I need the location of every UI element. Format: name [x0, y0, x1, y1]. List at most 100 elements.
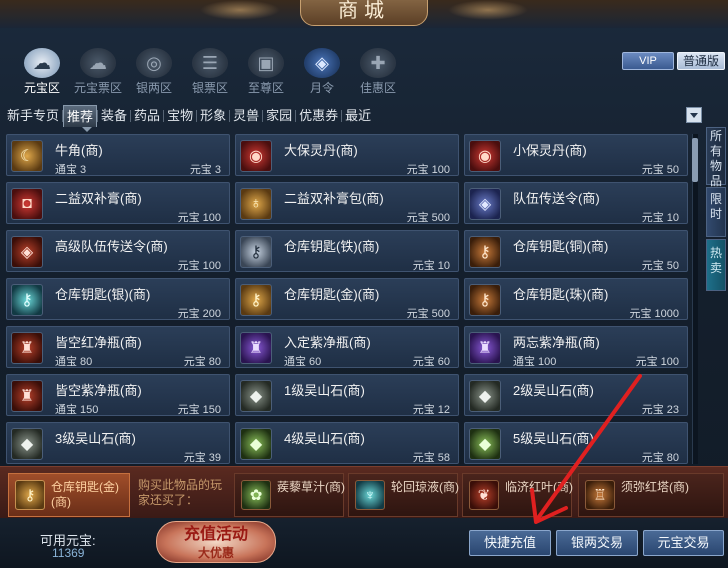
item-secondary-price: 通宝 60: [284, 356, 322, 368]
item-name: 皆空紫净瓶(商): [55, 383, 142, 398]
quick-recharge-button[interactable]: 快捷充值: [469, 530, 551, 556]
shop-item-card[interactable]: ♜ 两忘紫净瓶(商) 通宝 100 元宝 100: [464, 326, 688, 368]
item-name: 牛角(商): [55, 143, 103, 158]
also-bought-item[interactable]: ✿ 蒺藜草汁(商): [234, 473, 345, 517]
shop-item-card[interactable]: ☾ 牛角(商) 通宝 3 元宝 3: [6, 134, 230, 176]
category-ingot-ticket[interactable]: ☁ 元宝票区: [70, 48, 126, 96]
chevron-down-icon[interactable]: [686, 107, 702, 123]
item-name: 2级吴山石(商): [513, 383, 594, 398]
vip-button[interactable]: VIP: [622, 52, 674, 70]
scrollbar-thumb[interactable]: [692, 138, 698, 182]
shop-item-card[interactable]: ◘ 二益双补膏(商) 元宝 100: [6, 182, 230, 224]
shop-item-card[interactable]: ♜ 皆空红净瓶(商) 通宝 80 元宝 80: [6, 326, 230, 368]
shop-item-card[interactable]: ♁ 二益双补膏包(商) 元宝 500: [235, 182, 459, 224]
silver-ticket-icon: ☰: [192, 48, 228, 78]
side-tab-limited[interactable]: 限时: [706, 187, 726, 237]
vase-icon: ♜: [469, 332, 501, 364]
shop-item-card[interactable]: ♜ 入定紫净瓶(商) 通宝 60 元宝 60: [235, 326, 459, 368]
tab-newbie[interactable]: 新手专页: [4, 105, 62, 127]
ingot-trade-button[interactable]: 元宝交易: [643, 530, 724, 556]
item-price: 元宝 500: [406, 308, 450, 320]
stone-icon: ◆: [469, 380, 501, 412]
tab-recommend[interactable]: 推荐: [63, 105, 98, 127]
shop-window: 商城 ☁ 元宝区 ☁ 元宝票区 ◎ 银两区 ☰ 银票区 ▣ 至尊区 ◈ 月令 ✚…: [0, 0, 728, 568]
item-price: 元宝 10: [412, 260, 450, 272]
category-label: 银票区: [191, 81, 228, 95]
elixir-icon: ♆: [355, 480, 385, 510]
category-label: 元宝区: [23, 81, 60, 95]
shop-item-card[interactable]: ◈ 高级队伍传送令(商) 元宝 100: [6, 230, 230, 272]
shop-item-card[interactable]: ◆ 3级吴山石(商) 元宝 39: [6, 422, 230, 464]
shop-item-card[interactable]: ◉ 大保灵丹(商) 元宝 100: [235, 134, 459, 176]
shop-item-card[interactable]: ◆ 5级吴山石(商) 元宝 80: [464, 422, 688, 464]
item-price: 元宝 3: [189, 164, 221, 176]
pill-bowl-icon: ◉: [240, 140, 272, 172]
category-supreme[interactable]: ▣ 至尊区: [238, 48, 294, 96]
item-price: 元宝 100: [635, 356, 679, 368]
red-leaf-icon: ❦: [469, 480, 499, 510]
item-name: 两忘紫净瓶(商): [513, 335, 600, 350]
selected-item-card[interactable]: ⚷ 仓库钥匙(金)(商): [8, 473, 130, 517]
item-name: 小保灵丹(商): [513, 143, 587, 158]
key-icon: ⚷: [469, 284, 501, 316]
shop-item-card[interactable]: ⚷ 仓库钥匙(珠)(商) 元宝 1000: [464, 278, 688, 320]
item-name: 入定紫净瓶(商): [284, 335, 371, 350]
recharge-promo-banner[interactable]: 充值活动 大优惠: [156, 521, 276, 563]
shop-item-card[interactable]: ♜ 皆空紫净瓶(商) 通宝 150 元宝 150: [6, 374, 230, 416]
category-ingot[interactable]: ☁ 元宝区: [14, 48, 70, 96]
tab-recent[interactable]: 最近: [342, 105, 374, 127]
tab-coupons[interactable]: 优惠券: [296, 105, 341, 127]
horn-icon: ☾: [11, 140, 43, 172]
shop-item-card[interactable]: ◆ 4级吴山石(商) 元宝 58: [235, 422, 459, 464]
category-label: 元宝票区: [73, 81, 122, 95]
also-bought-item[interactable]: ❦ 临济红叶(商): [462, 473, 573, 517]
shop-item-card[interactable]: ⚷ 仓库钥匙(铁)(商) 元宝 10: [235, 230, 459, 272]
shop-item-card[interactable]: ⚷ 仓库钥匙(金)(商) 元宝 500: [235, 278, 459, 320]
pill-bowl-icon: ◉: [469, 140, 501, 172]
selected-item-name: 仓库钥匙(金)(商): [51, 480, 119, 509]
treasure-chest-icon: ▣: [248, 48, 284, 78]
tab-treasure[interactable]: 宝物: [164, 105, 196, 127]
normal-version-button[interactable]: 普通版: [677, 52, 725, 70]
shop-item-card[interactable]: ◆ 2级吴山石(商) 元宝 23: [464, 374, 688, 416]
shop-item-card[interactable]: ◈ 队伍传送令(商) 元宝 10: [464, 182, 688, 224]
item-secondary-price: 通宝 150: [55, 404, 99, 416]
pagoda-icon: ♖: [585, 480, 615, 510]
key-icon: ⚷: [15, 480, 45, 510]
category-label: 至尊区: [247, 81, 284, 95]
side-tab-all-items[interactable]: 所有物品: [706, 127, 726, 188]
shop-item-card[interactable]: ⚷ 仓库钥匙(铜)(商) 元宝 50: [464, 230, 688, 272]
item-secondary-price: 通宝 3: [55, 164, 87, 176]
also-bought-item[interactable]: ♖ 须弥红塔(商): [578, 473, 724, 517]
tab-equipment[interactable]: 装备: [98, 105, 130, 127]
category-discount[interactable]: ✚ 佳惠区: [350, 48, 406, 96]
tab-medicine[interactable]: 药品: [131, 105, 163, 127]
item-price: 元宝 100: [177, 260, 221, 272]
moon-badge-icon: ◈: [304, 48, 340, 78]
stone-icon: ◆: [240, 428, 272, 460]
also-bought-item[interactable]: ♆ 轮回琼液(商): [348, 473, 459, 517]
tab-appearance[interactable]: 形象: [197, 105, 229, 127]
teleport-token-icon: ◈: [469, 188, 501, 220]
item-name: 队伍传送令(商): [513, 191, 600, 206]
tab-pets[interactable]: 灵兽: [230, 105, 262, 127]
window-title: 商城: [300, 0, 428, 26]
category-silver[interactable]: ◎ 银两区: [126, 48, 182, 96]
item-name: 4级吴山石(商): [284, 431, 365, 446]
item-price: 元宝 50: [641, 260, 679, 272]
tab-homestead[interactable]: 家园: [263, 105, 295, 127]
shop-item-card[interactable]: ◉ 小保灵丹(商) 元宝 50: [464, 134, 688, 176]
side-tab-label: 所有物品: [709, 129, 722, 188]
ointment-box-icon: ◘: [11, 188, 43, 220]
item-price: 元宝 80: [183, 356, 221, 368]
stone-icon: ◆: [240, 380, 272, 412]
side-tab-hot[interactable]: 热卖: [706, 239, 726, 291]
silver-trade-button[interactable]: 银两交易: [556, 530, 638, 556]
key-icon: ⚷: [469, 236, 501, 268]
shop-item-card[interactable]: ◆ 1级吴山石(商) 元宝 12: [235, 374, 459, 416]
item-price: 元宝 80: [641, 452, 679, 464]
scrollbar-track[interactable]: [692, 134, 698, 464]
shop-item-card[interactable]: ⚷ 仓库钥匙(银)(商) 元宝 200: [6, 278, 230, 320]
category-silver-ticket[interactable]: ☰ 银票区: [182, 48, 238, 96]
category-monthly[interactable]: ◈ 月令: [294, 48, 350, 96]
